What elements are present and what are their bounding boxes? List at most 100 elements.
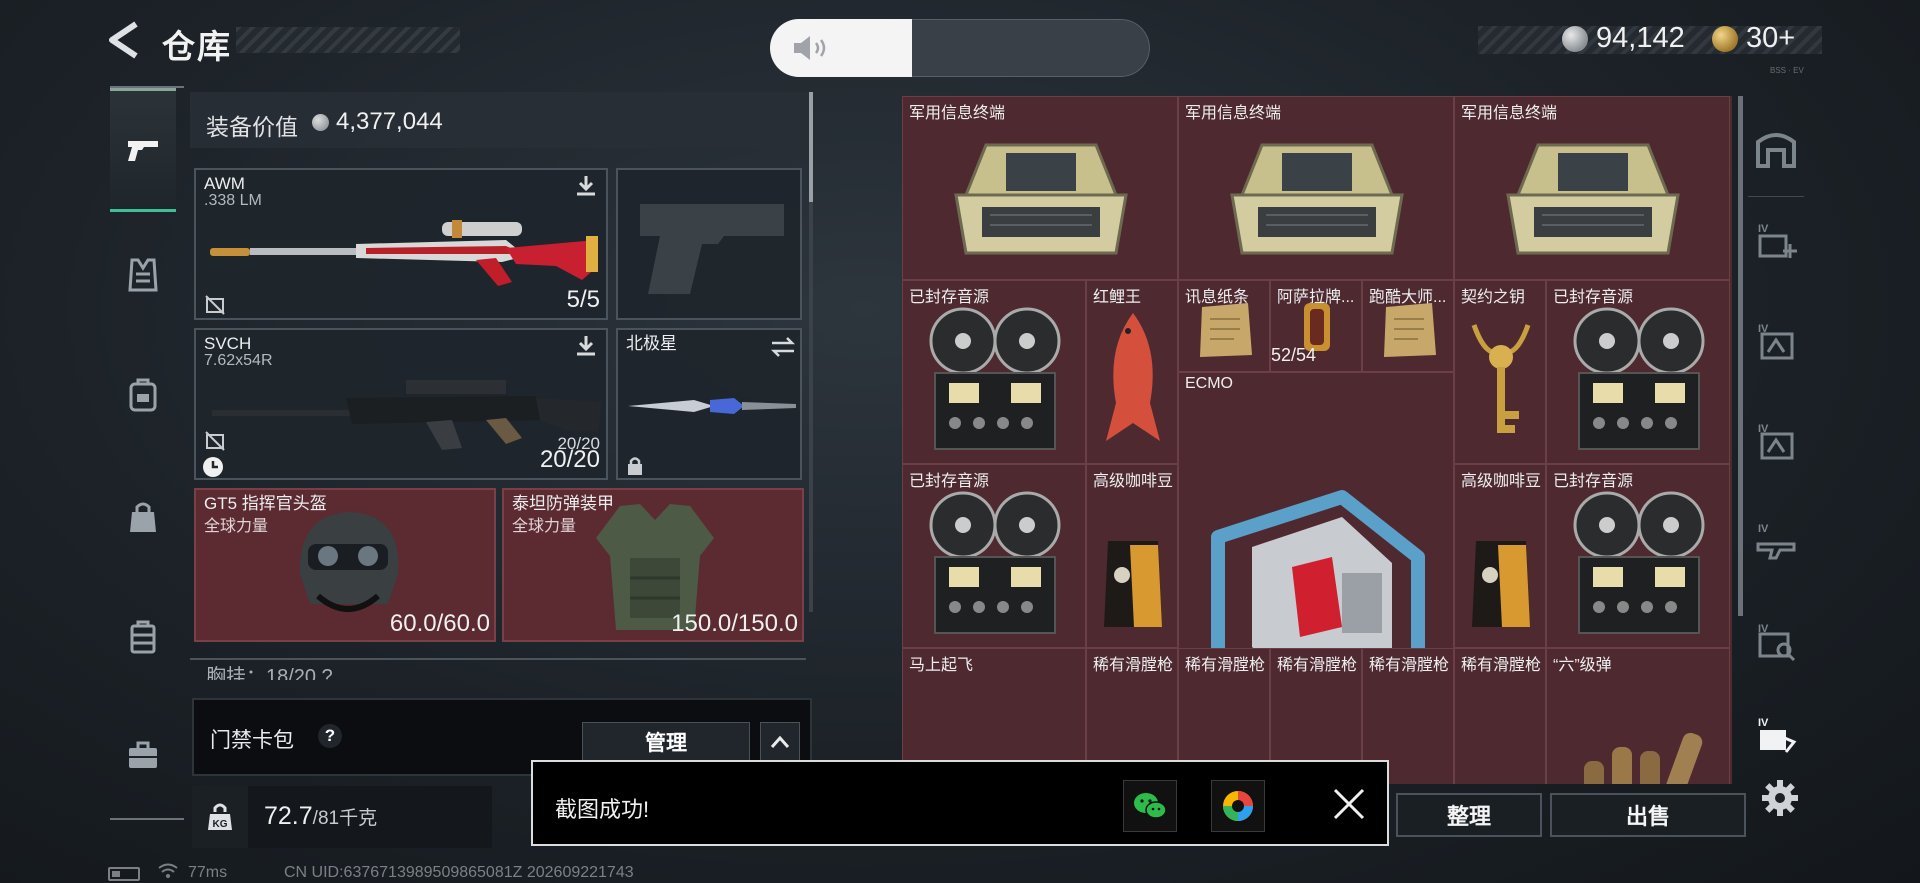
storage-item-reel[interactable]: 已封存音源: [902, 280, 1086, 464]
secondary-weapon-slot[interactable]: SVCH 7.62x54R 20/20 20/20: [194, 328, 608, 480]
storage-box-icon: IV: [1758, 423, 1794, 460]
sell-button[interactable]: 出售: [1550, 793, 1746, 837]
storage-item-key[interactable]: 契约之钥: [1454, 280, 1546, 464]
storage-tab-4[interactable]: IV: [1748, 512, 1804, 568]
storage-box-icon: IV: [1758, 323, 1794, 360]
storage-item-musket[interactable]: 稀有滑膛枪: [1454, 648, 1546, 784]
nav-item-case[interactable]: [110, 604, 176, 670]
storage-item-reel[interactable]: 已封存音源: [1546, 280, 1730, 464]
voice-toggle-on-segment[interactable]: [770, 19, 912, 77]
storage-item-paper[interactable]: 讯息纸条: [1178, 280, 1270, 372]
nav-item-armor[interactable]: [110, 242, 176, 308]
item-label: 军用信息终端: [1185, 105, 1282, 122]
vest-icon: [128, 258, 158, 292]
storage-item-terminal[interactable]: 军用信息终端: [1178, 96, 1454, 280]
armor-faction: 全球力量: [512, 518, 577, 535]
nav-item-bag[interactable]: [110, 484, 176, 550]
kettlebell-icon: KG: [208, 803, 232, 830]
item-label: “六”级弹: [1553, 657, 1612, 674]
weight-bar: KG 72.7/81千克: [192, 786, 492, 848]
coffee-bag-icon: [1472, 541, 1530, 627]
storage-tab-2[interactable]: IV: [1748, 312, 1804, 368]
svg-text:IV: IV: [1758, 523, 1769, 535]
manage-button[interactable]: 管理: [582, 722, 750, 762]
storage-item-reel[interactable]: 已封存音源: [902, 464, 1086, 648]
storage-tab-6-active[interactable]: IV: [1748, 706, 1804, 762]
voice-toggle[interactable]: [770, 19, 1150, 77]
battery-icon: [108, 867, 140, 881]
terminal-icon: [954, 143, 1128, 255]
keycard-label: 门禁卡包: [210, 729, 294, 752]
swap-icon[interactable]: [770, 336, 796, 358]
armor-slot[interactable]: 泰坦防弹装甲 全球力量 150.0/150.0: [502, 488, 804, 642]
pistol-icon: [128, 141, 158, 161]
version-text: BSS · EV: [1770, 66, 1804, 75]
download-icon[interactable]: [574, 174, 598, 198]
melee-slot[interactable]: 北极星: [616, 328, 802, 480]
photos-icon: [1223, 791, 1253, 821]
item-label: 马上起飞: [909, 657, 974, 674]
download-icon[interactable]: [574, 334, 598, 358]
weapon-ammo-count: 5/5: [566, 286, 600, 313]
storage-item-fish[interactable]: 红鲤王: [1086, 280, 1178, 464]
tape-reel-icon: [929, 491, 1061, 634]
nav-item-backpack[interactable]: [110, 362, 176, 428]
share-photos-button[interactable]: [1211, 780, 1265, 832]
wifi-icon: [158, 863, 178, 878]
chevron-up-icon: [770, 735, 790, 748]
share-wechat-button[interactable]: [1123, 780, 1177, 832]
storage-tab-add[interactable]: IV: [1748, 212, 1804, 268]
storage-item-coffee[interactable]: 高级咖啡豆: [1454, 464, 1546, 648]
collapse-button[interactable]: [760, 722, 800, 762]
helmet-slot[interactable]: GT5 指挥官头盔 全球力量 60.0/60.0: [194, 488, 496, 642]
nav-item-weapons[interactable]: [110, 88, 176, 212]
toast-message: 截图成功!: [555, 797, 650, 822]
pistol-slot-empty[interactable]: [616, 168, 802, 320]
case-icon: [130, 620, 156, 654]
voice-toggle-off-segment[interactable]: [912, 19, 1150, 77]
storage-tab-3[interactable]: IV: [1748, 412, 1804, 468]
storage-item-reel[interactable]: 已封存音源: [1546, 464, 1730, 648]
storage-item-bullets[interactable]: “六”级弹: [1546, 648, 1730, 784]
item-label: 红鲤王: [1093, 289, 1142, 306]
weapon-ammo-count: 20/20: [539, 446, 600, 473]
add-storage-icon: IV: [1758, 223, 1797, 258]
wechat-icon: [1134, 793, 1167, 819]
weight-unit: /81千克: [312, 808, 378, 829]
storage-item-terminal[interactable]: 军用信息终端: [1454, 96, 1730, 280]
back-button[interactable]: [106, 20, 150, 60]
help-icon[interactable]: ?: [318, 724, 342, 748]
title-decoration: [236, 27, 460, 53]
lock-icon: [628, 457, 642, 475]
equipment-scrollbar-thumb[interactable]: [809, 92, 813, 202]
chest-rig-row[interactable]: 胸挂：18/20 ?: [190, 658, 806, 680]
pistol-placeholder-icon: [640, 204, 784, 294]
gold-currency-amount[interactable]: 30+: [1746, 22, 1795, 55]
sort-button[interactable]: 整理: [1396, 793, 1542, 837]
storage-item-lighter[interactable]: 阿萨拉牌... 52/54: [1270, 280, 1362, 372]
storage-tab-main[interactable]: [1748, 120, 1804, 176]
item-label: 稀有滑膛枪: [1369, 657, 1450, 674]
storage-item-coffee[interactable]: 高级咖啡豆: [1086, 464, 1178, 648]
terminal-icon: [1506, 143, 1680, 255]
storage-scrollbar[interactable]: [1738, 96, 1743, 616]
item-label: 稀有滑膛枪: [1093, 657, 1174, 674]
svg-text:IV: IV: [1758, 717, 1769, 729]
helmet-durability: 60.0/60.0: [389, 610, 490, 637]
item-label: 稀有滑膛枪: [1185, 657, 1266, 674]
close-icon[interactable]: [1329, 784, 1369, 824]
awm-rifle-icon: [210, 220, 598, 286]
tape-reel-icon: [1573, 491, 1705, 634]
nav-item-toolbox[interactable]: [110, 722, 176, 788]
storage-item-paper[interactable]: 跑酷大师...: [1362, 280, 1454, 372]
gear-icon[interactable]: [1760, 778, 1800, 818]
item-label: 契约之钥: [1461, 289, 1526, 306]
clock-icon: [203, 457, 223, 477]
weapon-name: SVCH: [204, 334, 252, 353]
storage-item-terminal[interactable]: 军用信息终端: [902, 96, 1178, 280]
uid-text: CN UID:6376713989509865081Z 202609221743: [284, 864, 634, 881]
storage-tab-5[interactable]: IV: [1748, 612, 1804, 668]
backpack-icon: [129, 378, 157, 412]
primary-weapon-slot[interactable]: AWM .338 LM 5/5: [194, 168, 608, 320]
bullets-icon: [1584, 732, 1703, 784]
